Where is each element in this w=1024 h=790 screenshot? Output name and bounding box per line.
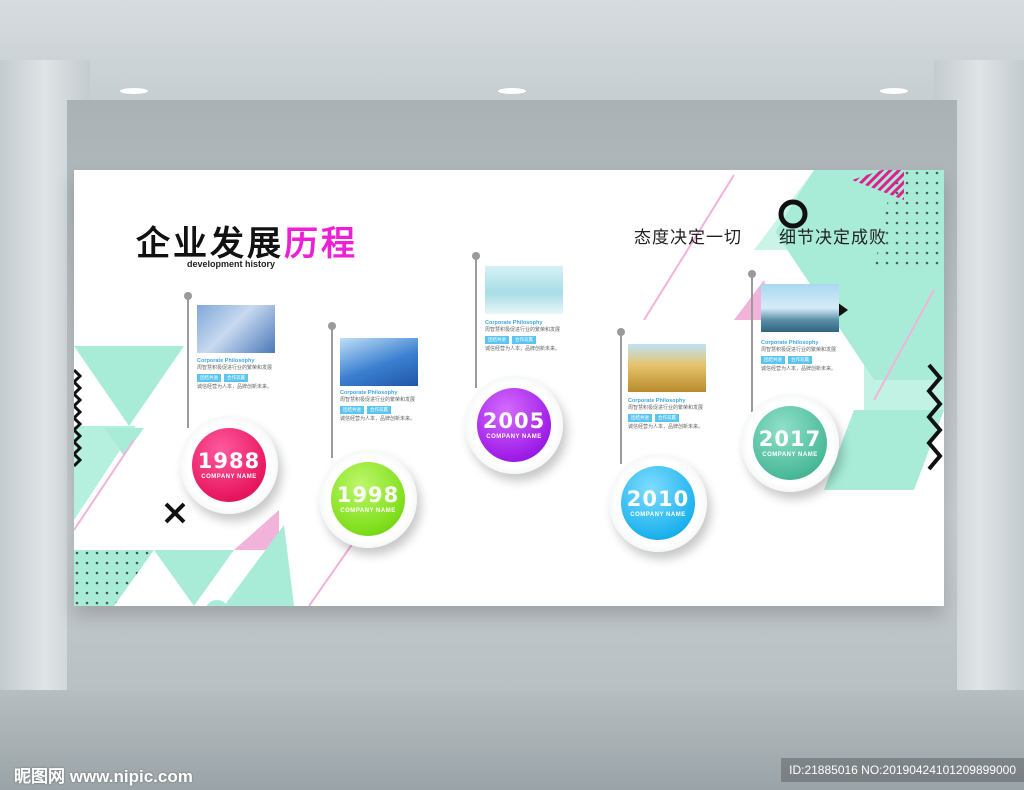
title-main: 企业发展 xyxy=(136,225,284,263)
exhibition-room: 企业发展历程 development history 态度决定一切 细节决定成败… xyxy=(0,0,1024,790)
year-badge: 1988 COMPANY NAME xyxy=(180,416,278,514)
year-disc: 2010 COMPANY NAME xyxy=(621,466,695,540)
timeline-stem xyxy=(475,258,477,388)
company-label: COMPANY NAME xyxy=(762,452,818,458)
milestone-info: Corporate Philosophy 周智慧积极促进行业的繁荣和发展 团结共… xyxy=(340,390,450,423)
year-disc: 1998 COMPANY NAME xyxy=(331,462,405,536)
year-badge: 2005 COMPANY NAME xyxy=(465,376,563,474)
year-label: 2005 xyxy=(482,409,546,433)
page-subtitle: development history xyxy=(187,259,276,269)
year-disc: 2005 COMPANY NAME xyxy=(477,388,551,462)
history-board: 企业发展历程 development history 态度决定一切 细节决定成败… xyxy=(74,170,944,606)
info-heading: Corporate Philosophy xyxy=(485,320,543,326)
handshake-city-photo xyxy=(197,305,275,353)
timeline-stem xyxy=(187,298,189,428)
info-tag: 团结共进 xyxy=(761,356,785,364)
year-label: 2010 xyxy=(626,487,690,511)
milestone-info: Corporate Philosophy 周智慧积极促进行业的繁荣和发展 团结共… xyxy=(761,340,871,373)
year-label: 2017 xyxy=(758,427,822,451)
timeline-stem xyxy=(331,328,333,458)
year-badge: 1998 COMPANY NAME xyxy=(319,450,417,548)
timeline-stem xyxy=(620,334,622,464)
info-heading: Corporate Philosophy xyxy=(197,358,255,364)
info-line: 诚信经营为人本，品牌创新未来。 xyxy=(197,384,273,390)
ceiling-light xyxy=(498,88,526,94)
ceiling-light xyxy=(880,88,908,94)
title-accent: 历程 xyxy=(284,225,358,263)
info-heading: Corporate Philosophy xyxy=(628,398,686,404)
info-line: 诚信经营为人本，品牌创新未来。 xyxy=(628,424,704,430)
company-label: COMPANY NAME xyxy=(201,474,257,480)
info-line: 诚信经营为人本，品牌创新未来。 xyxy=(485,346,561,352)
info-heading: Corporate Philosophy xyxy=(761,340,819,346)
info-line: 周智慧积极促进行业的繁荣和发展 xyxy=(761,347,837,353)
info-tag: 团结共进 xyxy=(628,414,652,422)
year-badge: 2010 COMPANY NAME xyxy=(609,454,707,552)
company-label: COMPANY NAME xyxy=(340,508,396,514)
info-tag: 团结共进 xyxy=(485,336,509,344)
info-tag: 合作双赢 xyxy=(512,336,536,344)
info-tag: 合作双赢 xyxy=(224,374,248,382)
company-label: COMPANY NAME xyxy=(486,434,542,440)
info-line: 周智慧积极促进行业的繁荣和发展 xyxy=(340,397,416,403)
milestone-info: Corporate Philosophy 周智慧积极促进行业的繁荣和发展 团结共… xyxy=(628,398,738,431)
info-tag: 团结共进 xyxy=(340,406,364,414)
year-label: 1998 xyxy=(336,483,400,507)
year-disc: 2017 COMPANY NAME xyxy=(753,406,827,480)
glass-building-photo xyxy=(340,338,418,386)
skyline-photo xyxy=(761,284,839,332)
milestone-info: Corporate Philosophy 周智慧积极促进行业的繁荣和发展 团结共… xyxy=(197,358,307,391)
timeline-stem xyxy=(751,276,753,412)
slogan-left: 态度决定一切 xyxy=(634,228,742,247)
year-label: 1988 xyxy=(197,449,261,473)
info-line: 周智慧积极促进行业的繁荣和发展 xyxy=(485,327,561,333)
ceiling-light xyxy=(120,88,148,94)
info-line: 周智慧积极促进行业的繁荣和发展 xyxy=(628,405,704,411)
year-disc: 1988 COMPANY NAME xyxy=(192,428,266,502)
page-title: 企业发展历程 xyxy=(136,216,358,265)
info-tag: 合作双赢 xyxy=(788,356,812,364)
info-tag: 合作双赢 xyxy=(655,414,679,422)
company-label: COMPANY NAME xyxy=(630,512,686,518)
watermark-site: 昵图网 www.nipic.com xyxy=(14,767,193,786)
info-line: 周智慧积极促进行业的繁荣和发展 xyxy=(197,365,273,371)
milestone-info: Corporate Philosophy 周智慧积极促进行业的繁荣和发展 团结共… xyxy=(485,320,595,353)
info-line: 诚信经营为人本，品牌创新未来。 xyxy=(761,366,837,372)
info-tag: 合作双赢 xyxy=(367,406,391,414)
slogan-right: 细节决定成败 xyxy=(779,228,887,247)
info-heading: Corporate Philosophy xyxy=(340,390,398,396)
watermark-id: ID:21885016 NO:20190424101209899000 xyxy=(781,758,1024,782)
businessman-sky-photo xyxy=(485,266,563,314)
info-tag: 团结共进 xyxy=(197,374,221,382)
year-badge: 2017 COMPANY NAME xyxy=(741,394,839,492)
info-line: 诚信经营为人本，品牌创新未来。 xyxy=(340,416,416,422)
wheat-field-photo xyxy=(628,344,706,392)
